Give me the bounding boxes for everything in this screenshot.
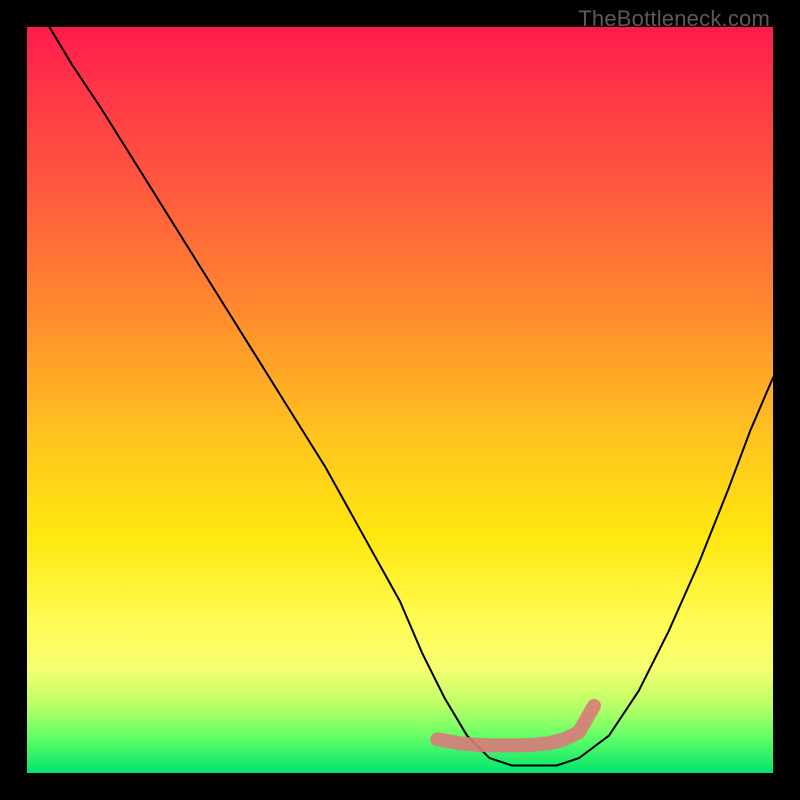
bottleneck-curve: [49, 27, 773, 766]
attribution-text: TheBottleneck.com: [578, 6, 770, 32]
plot-area: [27, 27, 773, 773]
curve-layer: [27, 27, 773, 773]
chart-frame: TheBottleneck.com: [0, 0, 800, 800]
